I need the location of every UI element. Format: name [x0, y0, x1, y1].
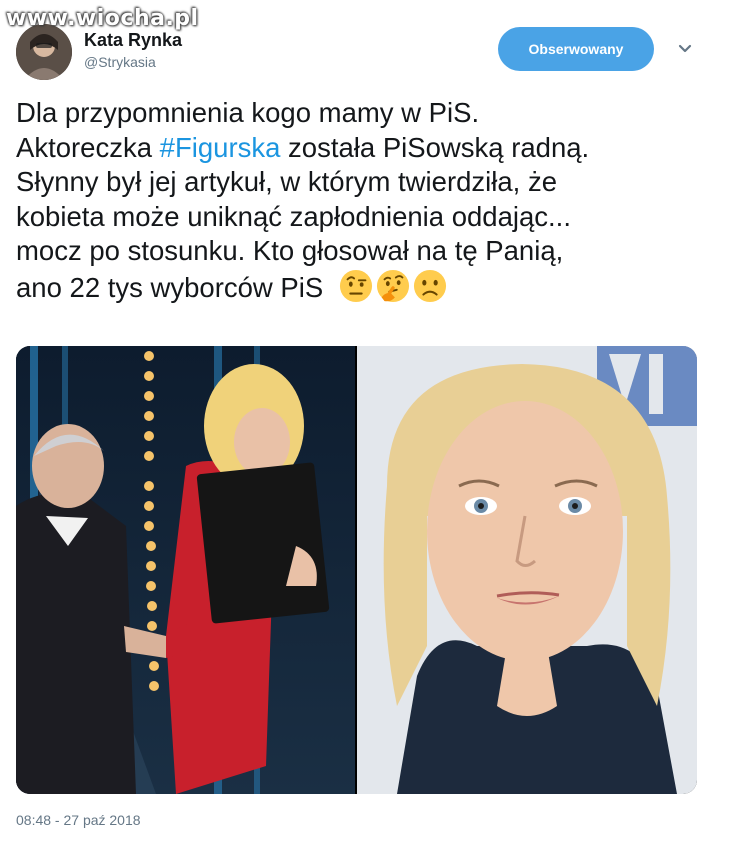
tweet-line: mocz po stosunku. Kto głosował na tę Pan…	[16, 235, 564, 266]
tweet-text: Dla przypomnienia kogo mamy w PiS. Aktor…	[16, 96, 716, 305]
text-fragment: Aktoreczka	[16, 131, 160, 163]
tweet-line: kobieta może uniknąć zapłodnienia oddają…	[16, 200, 571, 232]
avatar[interactable]	[16, 24, 72, 80]
text-fragment: została PiSowską radną.	[280, 131, 590, 163]
user-handle[interactable]: @Strykasia	[84, 54, 156, 70]
portrait-photo[interactable]	[357, 346, 697, 794]
tweet-line: ano 22 tys wyborców PiS	[16, 269, 716, 306]
site-watermark: www.wiocha.pl	[6, 6, 199, 31]
tweet-line: Dla przypomnienia kogo mamy w PiS.	[16, 97, 480, 128]
text-fragment: ano 22 tys wyborców PiS	[16, 271, 324, 303]
tweet-timestamp[interactable]: 08:48 - 27 paź 2018	[16, 812, 141, 828]
following-button[interactable]: Obserwowany	[498, 27, 654, 71]
avatar-image	[16, 24, 72, 80]
frowning-face-emoji-icon	[413, 269, 446, 302]
tweet-media[interactable]	[16, 346, 697, 794]
thinking-face-emoji-icon	[376, 269, 409, 302]
tweet-line: Słynny był jej artykuł, w którym twierdz…	[16, 166, 557, 197]
tweet-line: Aktoreczka #Figurska została PiSowską ra…	[16, 131, 716, 166]
raised-eyebrow-emoji-icon	[339, 269, 372, 302]
display-name[interactable]: Kata Rynka	[84, 30, 182, 51]
stage-handshake-photo[interactable]	[16, 346, 355, 794]
chevron-down-icon[interactable]	[674, 38, 696, 60]
hashtag-link[interactable]: #Figurska	[160, 132, 281, 163]
